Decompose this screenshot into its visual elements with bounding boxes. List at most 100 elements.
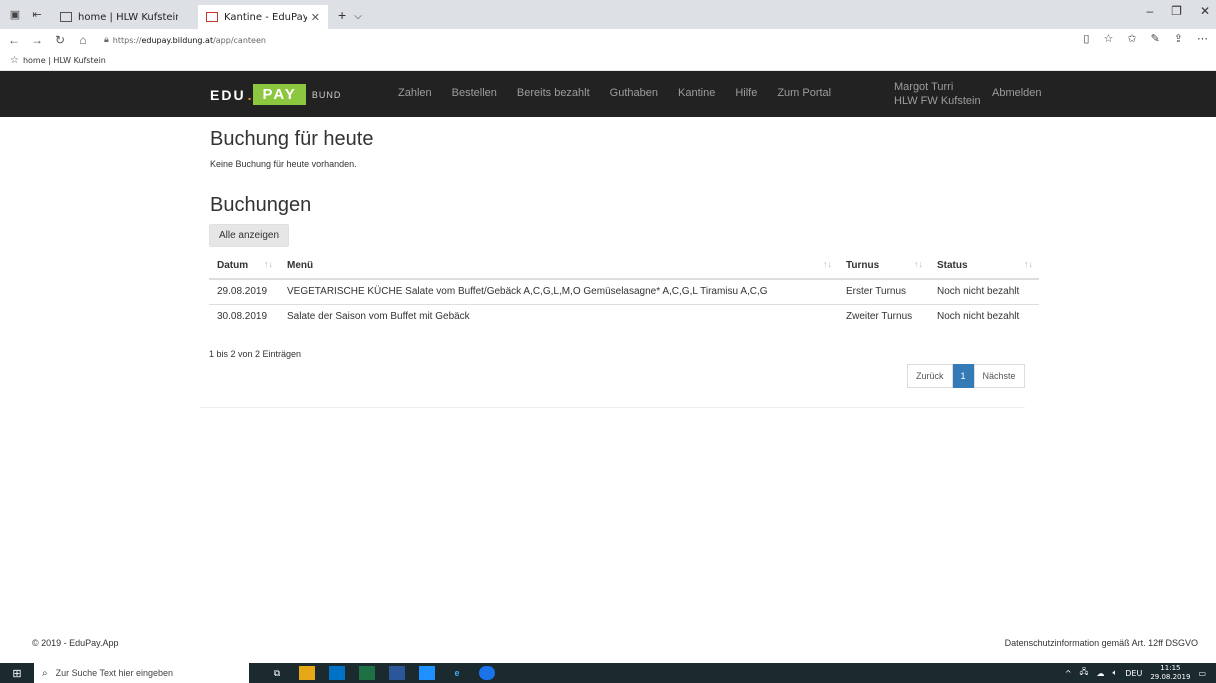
cell-status: Noch nicht bezahlt <box>937 311 1020 323</box>
site-navbar: EDU . PAY BUND Zahlen Bestellen Bereits … <box>0 71 1216 117</box>
favorite-link[interactable]: home | HLW Kufstein <box>23 56 106 65</box>
more-icon[interactable]: ⋯ <box>1197 32 1208 45</box>
pager-prev-button[interactable]: Zurück <box>907 364 953 388</box>
nav-link-kantine[interactable]: Kantine <box>678 87 715 99</box>
nav-link-bestellen[interactable]: Bestellen <box>452 87 497 99</box>
content-divider <box>200 407 1025 408</box>
table-info: 1 bis 2 von 2 Einträgen <box>209 349 302 359</box>
nav-link-zahlen[interactable]: Zahlen <box>398 87 432 99</box>
user-info[interactable]: Margot Turri HLW FW Kufstein <box>894 80 981 108</box>
column-header-datum[interactable]: Datum ↑↓ <box>209 253 279 280</box>
file-explorer-icon[interactable] <box>299 666 315 680</box>
column-label: Menü <box>287 260 314 271</box>
sort-icon: ↑↓ <box>264 259 273 269</box>
maximize-icon[interactable]: ❐ <box>1171 4 1182 18</box>
page-icon <box>60 12 72 22</box>
outlook-icon[interactable] <box>329 666 345 680</box>
pager-page-1[interactable]: 1 <box>952 364 974 388</box>
notification-icon[interactable]: ▭ <box>1198 669 1206 678</box>
user-school: HLW FW Kufstein <box>894 95 981 107</box>
close-tab-icon[interactable]: ✕ <box>311 11 320 24</box>
url-host: edupay.bildung.at <box>141 35 214 45</box>
favorites-list-icon[interactable]: ✩ <box>1127 32 1136 45</box>
sort-icon: ↑↓ <box>914 259 923 269</box>
cell-datum: 29.08.2019 <box>209 279 279 305</box>
forward-icon[interactable]: → <box>28 33 46 47</box>
user-name: Margot Turri <box>894 81 954 93</box>
cell-menu: Salate der Saison vom Buffet mit Gebäck <box>287 311 470 323</box>
excel-icon[interactable] <box>359 666 375 680</box>
sort-icon: ↑↓ <box>1024 259 1033 269</box>
favorite-star-icon: ☆ <box>10 55 19 66</box>
nav-link-zum-portal[interactable]: Zum Portal <box>777 87 831 99</box>
cell-status: Noch nicht bezahlt <box>929 279 1039 305</box>
tab-home[interactable]: home | HLW Kufstein <box>52 5 186 29</box>
nav-links: Zahlen Bestellen Bereits bezahlt Guthabe… <box>398 87 851 99</box>
refresh-icon[interactable]: ↻ <box>51 33 69 47</box>
logout-link[interactable]: Abmelden <box>992 87 1042 99</box>
privacy-link[interactable]: Datenschutzinformation gemäß Art. 12ff D… <box>1005 638 1198 648</box>
new-tab-icon[interactable]: + <box>338 7 346 23</box>
brand-dot: . <box>247 86 252 103</box>
bookings-table: Datum ↑↓ Menü ↑↓ Turnus ↑↓ Status ↑↓ 29.08.2… <box>209 253 1039 329</box>
search-placeholder: Zur Suche Text hier eingeben <box>55 668 174 678</box>
column-label: Datum <box>217 260 249 271</box>
nav-link-hilfe[interactable]: Hilfe <box>735 87 757 99</box>
nav-link-bereits-bezahlt[interactable]: Bereits bezahlt <box>517 87 590 99</box>
column-header-menu[interactable]: Menü ↑↓ <box>279 253 838 280</box>
clock[interactable]: 11:15 29.08.2019 <box>1150 664 1190 682</box>
close-window-icon[interactable]: ✕ <box>1200 4 1210 18</box>
internet-explorer-icon[interactable]: e <box>449 666 465 680</box>
network-icon[interactable]: 🖧︎ <box>1080 666 1089 680</box>
tab-title: Kantine - EduPay.App <box>224 11 307 23</box>
today-heading: Buchung für heute <box>210 128 374 150</box>
back-icon[interactable]: ← <box>5 33 23 47</box>
windows-start-icon[interactable]: ⊞ <box>0 667 34 680</box>
taskbar-search[interactable]: ⌕ Zur Suche Text hier eingeben <box>34 663 249 683</box>
brand-pay: PAY <box>253 84 306 105</box>
browser-tabbar: ▣ ⇤ home | HLW Kufstein Kantine - EduPay… <box>0 0 1216 29</box>
table-row: 30.08.2019 Salate der Saison vom Buffet … <box>209 304 1039 329</box>
favorite-star-icon[interactable]: ☆ <box>1103 32 1113 45</box>
cloud-icon[interactable]: ☁︎ <box>1096 669 1104 678</box>
word-icon[interactable] <box>389 666 405 680</box>
nav-link-guthaben[interactable]: Guthaben <box>610 87 658 99</box>
cell-turnus: Zweiter Turnus <box>846 311 913 323</box>
reading-view-icon[interactable]: ▯ <box>1083 32 1089 45</box>
search-icon: ⌕ <box>42 667 48 679</box>
show-all-button[interactable]: Alle anzeigen <box>209 224 289 247</box>
tab-kantine[interactable]: Kantine - EduPay.App ✕ <box>198 5 328 29</box>
edupay-favicon-icon <box>206 12 218 22</box>
set-aside-tabs-icon[interactable]: ⇤ <box>30 8 44 22</box>
column-header-turnus[interactable]: Turnus ↑↓ <box>838 253 929 280</box>
column-header-status[interactable]: Status ↑↓ <box>929 253 1039 280</box>
bookings-heading: Buchungen <box>210 194 312 216</box>
edge-icon[interactable] <box>419 666 435 680</box>
minimize-icon[interactable]: – <box>1146 4 1153 18</box>
pager-next-button[interactable]: Nächste <box>973 364 1025 388</box>
footer-copyright: © 2019 - EduPay.App <box>32 638 119 648</box>
brand-edu: EDU <box>210 86 246 103</box>
column-label: Turnus <box>846 260 880 271</box>
volume-icon[interactable]: 🔈︎ <box>1112 668 1117 678</box>
brand-logo[interactable]: EDU . PAY BUND <box>210 84 341 105</box>
url-path: /app/canteen <box>213 35 266 45</box>
chevron-down-icon[interactable]: ⌵ <box>354 11 362 22</box>
sort-icon: ↑↓ <box>823 259 832 269</box>
share-icon[interactable]: ⇪ <box>1174 32 1183 45</box>
address-bar: ← → ↻ ⌂ 🔒︎ https://edupay.bildung.at/app… <box>0 29 1216 51</box>
clock-date: 29.08.2019 <box>1150 673 1191 681</box>
cell-menu: VEGETARISCHE KÜCHE Salate vom Buffet/Geb… <box>279 279 838 305</box>
home-icon[interactable]: ⌂ <box>74 33 92 47</box>
lock-icon: 🔒︎ <box>104 35 109 45</box>
tab-actions-icon[interactable]: ▣ <box>8 8 22 22</box>
clock-time: 11:15 <box>1160 664 1181 672</box>
chevron-up-icon[interactable]: ^ <box>1065 669 1072 678</box>
language-indicator[interactable]: DEU <box>1125 669 1142 678</box>
task-view-icon[interactable]: ⧉ <box>269 666 285 680</box>
teamviewer-icon[interactable] <box>479 666 495 680</box>
url-field[interactable]: 🔒︎ https://edupay.bildung.at/app/canteen <box>104 35 266 45</box>
table-row: 29.08.2019 VEGETARISCHE KÜCHE Salate vom… <box>209 279 1039 305</box>
favorites-bar: ☆ home | HLW Kufstein <box>0 51 1216 71</box>
pen-icon[interactable]: ✎ <box>1151 32 1160 45</box>
